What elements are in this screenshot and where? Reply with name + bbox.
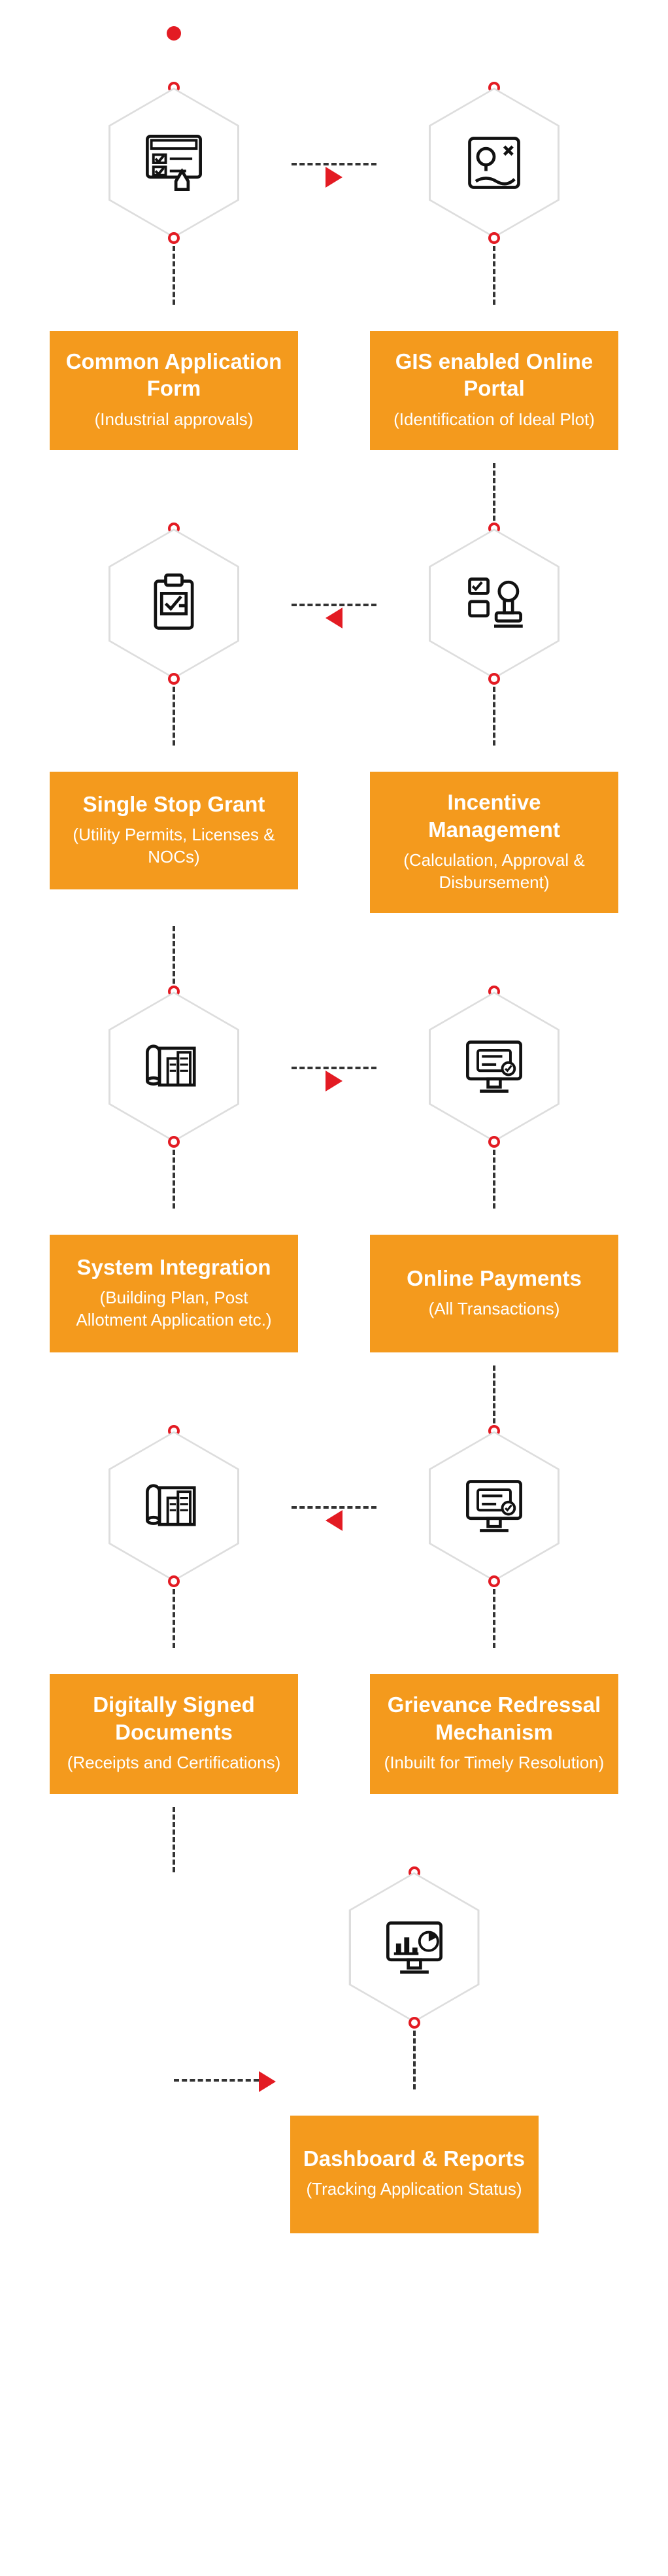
- card-subtitle: (Utility Permits, Licenses & NOCs): [63, 824, 285, 868]
- card-subtitle: (Receipts and Certifications): [63, 1752, 285, 1774]
- arrow-right-icon: [259, 2071, 276, 2092]
- v-connector: [173, 246, 175, 305]
- clipboard-icon: [141, 571, 207, 636]
- v-connector: [173, 1807, 175, 1872]
- v-connector: [173, 926, 175, 991]
- row-gap-4: [0, 1807, 668, 1872]
- node-dot-bottom: [168, 232, 180, 244]
- node-dot-bottom: [488, 1575, 500, 1587]
- v-connector: [493, 1150, 495, 1209]
- card-subtitle: (Tracking Application Status): [303, 2178, 526, 2201]
- row-gap-2: [0, 926, 668, 991]
- card-incentive-management: Incentive Management (Calculation, Appro…: [370, 772, 618, 913]
- row-3-connector: [292, 1067, 376, 1090]
- v-connector: [493, 1365, 495, 1431]
- card-subtitle: (All Transactions): [383, 1298, 605, 1320]
- node-dot-bottom: [168, 1575, 180, 1587]
- node-dot-bottom: [488, 232, 500, 244]
- card-single-stop-grant: Single Stop Grant (Utility Permits, Lice…: [50, 772, 298, 889]
- row-2-connector: [292, 604, 376, 627]
- step-grievance-redressal: Grievance Redressal Mechanism (Inbuilt f…: [370, 1431, 618, 1793]
- card-title: System Integration: [63, 1254, 285, 1280]
- step-common-application-form: Common Application Form (Industrial appr…: [50, 88, 298, 450]
- card-title: Common Application Form: [63, 348, 285, 402]
- stamp-icon: [461, 571, 527, 636]
- row-5: Dashboard & Reports (Tracking Applicatio…: [0, 1872, 668, 2233]
- card-subtitle: (Building Plan, Post Allotment Applicati…: [63, 1287, 285, 1331]
- step-single-stop-grant: Single Stop Grant (Utility Permits, Lice…: [50, 528, 298, 913]
- node-dot-bottom: [409, 2017, 420, 2029]
- card-title: GIS enabled Online Portal: [383, 348, 605, 402]
- row-3: System Integration (Building Plan, Post …: [0, 991, 668, 1352]
- card-common-application-form: Common Application Form (Industrial appr…: [50, 331, 298, 450]
- node-dot-bottom: [168, 673, 180, 685]
- card-title: Grievance Redressal Mechanism: [383, 1691, 605, 1745]
- card-digitally-signed-documents: Digitally Signed Documents (Receipts and…: [50, 1674, 298, 1793]
- v-connector: [173, 687, 175, 746]
- v-connector: [413, 2031, 416, 2089]
- blueprint-icon: [141, 1034, 207, 1099]
- card-title: Dashboard & Reports: [303, 2145, 526, 2172]
- blueprint-icon: [141, 1473, 207, 1539]
- monitor-icon: [461, 1473, 527, 1539]
- step-system-integration: System Integration (Building Plan, Post …: [50, 991, 298, 1352]
- node-dot-bottom: [488, 673, 500, 685]
- start-connector: [0, 43, 508, 82]
- v-connector: [493, 1589, 495, 1648]
- start-dot: [167, 26, 181, 41]
- row-gap-1: [0, 463, 668, 528]
- arrow-right-icon: [326, 1071, 342, 1091]
- card-dashboard-reports: Dashboard & Reports (Tracking Applicatio…: [290, 2116, 539, 2233]
- card-subtitle: (Industrial approvals): [63, 409, 285, 431]
- step-gis-portal: GIS enabled Online Portal (Identificatio…: [370, 88, 618, 450]
- dashboard-icon: [382, 1915, 447, 1980]
- card-system-integration: System Integration (Building Plan, Post …: [50, 1235, 298, 1352]
- form-icon: [141, 130, 207, 196]
- card-subtitle: (Identification of Ideal Plot): [383, 409, 605, 431]
- step-incentive-management: Incentive Management (Calculation, Appro…: [370, 528, 618, 913]
- card-grievance-redressal: Grievance Redressal Mechanism (Inbuilt f…: [370, 1674, 618, 1793]
- step-online-payments: Online Payments (All Transactions): [370, 991, 618, 1352]
- step-digitally-signed-documents: Digitally Signed Documents (Receipts and…: [50, 1431, 298, 1793]
- arrow-left-icon: [326, 608, 342, 628]
- row-2: Single Stop Grant (Utility Permits, Lice…: [0, 528, 668, 913]
- step-dashboard-reports: Dashboard & Reports (Tracking Applicatio…: [290, 1872, 539, 2233]
- row-4-connector: [292, 1506, 376, 1530]
- card-gis-portal: GIS enabled Online Portal (Identificatio…: [370, 331, 618, 450]
- row-4: Digitally Signed Documents (Receipts and…: [0, 1431, 668, 1793]
- node-dot-bottom: [488, 1136, 500, 1148]
- v-connector: [493, 687, 495, 746]
- v-connector: [173, 1150, 175, 1209]
- v-connector: [173, 1589, 175, 1648]
- monitor-icon: [461, 1034, 527, 1099]
- card-online-payments: Online Payments (All Transactions): [370, 1235, 618, 1352]
- arrow-left-icon: [326, 1510, 342, 1531]
- card-title: Digitally Signed Documents: [63, 1691, 285, 1745]
- row-1: Common Application Form (Industrial appr…: [0, 88, 668, 450]
- row-1-connector: [292, 163, 376, 186]
- card-title: Incentive Management: [383, 789, 605, 843]
- v-connector: [493, 246, 495, 305]
- node-dot-bottom: [168, 1136, 180, 1148]
- arrow-right-icon: [326, 167, 342, 188]
- v-connector: [493, 463, 495, 528]
- card-subtitle: (Calculation, Approval & Disbursement): [383, 850, 605, 894]
- row-gap-3: [0, 1365, 668, 1431]
- card-title: Single Stop Grant: [63, 791, 285, 817]
- card-title: Online Payments: [383, 1265, 605, 1292]
- card-subtitle: (Inbuilt for Timely Resolution): [383, 1752, 605, 1774]
- feature-flow-diagram: Common Application Form (Industrial appr…: [0, 26, 668, 2247]
- map-icon: [461, 130, 527, 196]
- row-5-connector: [174, 2070, 276, 2091]
